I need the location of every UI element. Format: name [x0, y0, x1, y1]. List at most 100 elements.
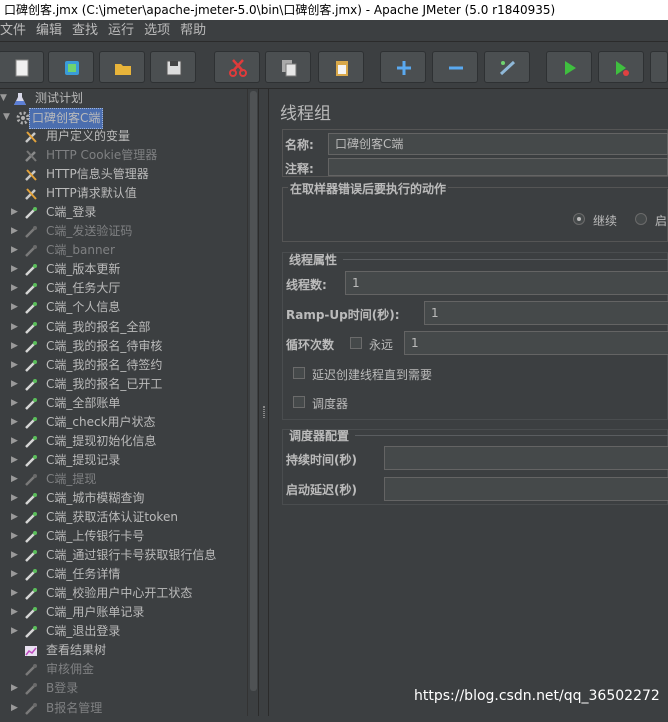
tree-item-test-plan[interactable]: ▼ 测试计划	[0, 89, 247, 108]
expand-arrow-icon[interactable]: ▶	[11, 413, 18, 432]
group-icon	[24, 682, 38, 696]
tree-scrollbar-thumb[interactable]	[250, 91, 257, 691]
loop-count-field[interactable]: 1	[404, 331, 668, 355]
cut-button[interactable]	[214, 51, 260, 83]
tree-item[interactable]: ▶ C端_我的报名_待审核	[0, 337, 247, 356]
panel-splitter[interactable]	[258, 89, 269, 716]
tree-item[interactable]: ▶ C端_banner	[0, 241, 247, 260]
expand-arrow-icon[interactable]: ▶	[11, 279, 18, 298]
tree-item[interactable]: 审核佣金	[0, 660, 247, 679]
expand-arrow-icon[interactable]: ▶	[11, 679, 18, 698]
start-button[interactable]	[546, 51, 592, 83]
expand-arrow-icon[interactable]: ▶	[11, 298, 18, 317]
tree-item[interactable]: ▶ B登录	[0, 679, 247, 698]
tree-item[interactable]: ▶ C端_退出登录	[0, 622, 247, 641]
expand-arrow-icon[interactable]: ▶	[11, 489, 18, 508]
expand-arrow-icon[interactable]: ▶	[11, 222, 18, 241]
collapse-arrow-icon[interactable]: ▼	[3, 108, 10, 127]
menu-item-0[interactable]: 文件	[0, 20, 31, 42]
tree-item[interactable]: ▶ C端_登录	[0, 203, 247, 222]
tree-item[interactable]: ▶ C端_任务详情	[0, 565, 247, 584]
new-button[interactable]	[0, 51, 44, 83]
expand-arrow-icon[interactable]: ▶	[11, 203, 18, 222]
expand-arrow-icon[interactable]: ▶	[11, 241, 18, 260]
comment-field[interactable]	[328, 158, 668, 176]
sampler-icon	[24, 473, 38, 487]
expand-arrow-icon[interactable]: ▶	[11, 375, 18, 394]
tree-item[interactable]: ▶ C端_用户账单记录	[0, 603, 247, 622]
copy-button[interactable]	[265, 51, 311, 83]
tree-item[interactable]: ▶ C端_上传银行卡号	[0, 527, 247, 546]
expand-arrow-icon[interactable]: ▶	[11, 546, 18, 565]
tree-item[interactable]: ▶ C端_提现初始化信息	[0, 432, 247, 451]
scheduler-checkbox[interactable]	[293, 396, 305, 408]
save-button[interactable]	[150, 51, 196, 83]
splitter-grip[interactable]	[263, 406, 265, 418]
tree-item[interactable]: ▶ B报名管理	[0, 699, 247, 718]
start-no-pause-button[interactable]	[598, 51, 644, 83]
tree-item[interactable]: ▶ C端_获取活体认证token	[0, 508, 247, 527]
stop-button[interactable]	[650, 51, 668, 83]
name-field[interactable]: 口碑创客C端	[328, 133, 668, 155]
continue-radio[interactable]	[573, 213, 585, 225]
expand-arrow-icon[interactable]: ▶	[11, 527, 18, 546]
tree-item[interactable]: ▶ C端_check用户状态	[0, 413, 247, 432]
tree-item[interactable]: ▶ C端_提现	[0, 470, 247, 489]
tree-item[interactable]: ▶ C端_个人信息	[0, 298, 247, 317]
tree-item[interactable]: ▶ C端_我的报名_已开工	[0, 375, 247, 394]
tree-item[interactable]: HTTP请求默认值	[0, 184, 247, 203]
expand-button[interactable]	[380, 51, 426, 83]
startup-delay-field[interactable]	[384, 477, 668, 501]
expand-arrow-icon[interactable]: ▶	[11, 565, 18, 584]
expand-arrow-icon[interactable]: ▶	[11, 451, 18, 470]
menu-item-2[interactable]: 查找	[67, 20, 103, 42]
expand-arrow-icon[interactable]: ▶	[11, 508, 18, 527]
collapse-arrow-icon[interactable]: ▼	[0, 89, 7, 108]
tree-scrollbar[interactable]	[247, 89, 258, 716]
tree-item[interactable]: HTTP Cookie管理器	[0, 146, 247, 165]
tree-item[interactable]: ▶ C端_任务大厅	[0, 279, 247, 298]
tree-item[interactable]: 查看结果树	[0, 641, 247, 660]
tree-item[interactable]: ▶ C端_校验用户中心开工状态	[0, 584, 247, 603]
threads-field[interactable]: 1	[345, 271, 668, 295]
tree-item[interactable]: ▶ C端_提现记录	[0, 451, 247, 470]
tree-item[interactable]: ▶ C端_城市模糊查询	[0, 489, 247, 508]
expand-arrow-icon[interactable]: ▶	[11, 318, 18, 337]
expand-arrow-icon[interactable]: ▶	[11, 260, 18, 279]
menu-item-4[interactable]: 选项	[139, 20, 175, 42]
menu-item-1[interactable]: 编辑	[31, 20, 67, 42]
sampler-icon	[24, 378, 38, 392]
tree-item[interactable]: 用户定义的变量	[0, 127, 247, 146]
rampup-field[interactable]: 1	[424, 301, 668, 325]
open-button[interactable]	[99, 51, 145, 83]
tree-item[interactable]: ▶ C端_我的报名_全部	[0, 318, 247, 337]
expand-arrow-icon[interactable]: ▶	[11, 584, 18, 603]
expand-arrow-icon[interactable]: ▶	[11, 470, 18, 489]
templates-button[interactable]	[48, 51, 94, 83]
toggle-button[interactable]	[484, 51, 530, 83]
tree-item-thread-group[interactable]: ▼ 口碑创客C端	[0, 108, 247, 129]
expand-arrow-icon[interactable]: ▶	[11, 356, 18, 375]
tree-item[interactable]: ▶ C端_发送验证码	[0, 222, 247, 241]
expand-arrow-icon[interactable]: ▶	[11, 622, 18, 641]
expand-arrow-icon[interactable]: ▶	[11, 699, 18, 718]
tree-item[interactable]: ▶ C端_通过银行卡号获取银行信息	[0, 546, 247, 565]
expand-arrow-icon[interactable]: ▶	[11, 394, 18, 413]
duration-field[interactable]	[384, 446, 668, 470]
scheduler-config-box: 调度器配置 持续时间(秒) 启动延迟(秒)	[282, 429, 668, 505]
expand-arrow-icon[interactable]: ▶	[11, 603, 18, 622]
tree-item[interactable]: HTTP信息头管理器	[0, 165, 247, 184]
tree-item[interactable]: ▶ C端_我的报名_待签约	[0, 356, 247, 375]
delay-thread-creation-checkbox[interactable]	[293, 367, 305, 379]
expand-arrow-icon[interactable]: ▶	[11, 432, 18, 451]
tree-item[interactable]: ▶ C端_版本更新	[0, 260, 247, 279]
forever-checkbox[interactable]	[350, 337, 362, 349]
menu-item-3[interactable]: 运行	[103, 20, 139, 42]
expand-arrow-icon[interactable]: ▶	[11, 337, 18, 356]
tree-item[interactable]: ▶ C端_全部账单	[0, 394, 247, 413]
thread-properties-title: 线程属性	[289, 253, 338, 267]
paste-button[interactable]	[318, 51, 364, 83]
menu-item-5[interactable]: 帮助	[175, 20, 211, 42]
start-next-loop-radio[interactable]	[635, 213, 647, 225]
collapse-button[interactable]	[432, 51, 478, 83]
